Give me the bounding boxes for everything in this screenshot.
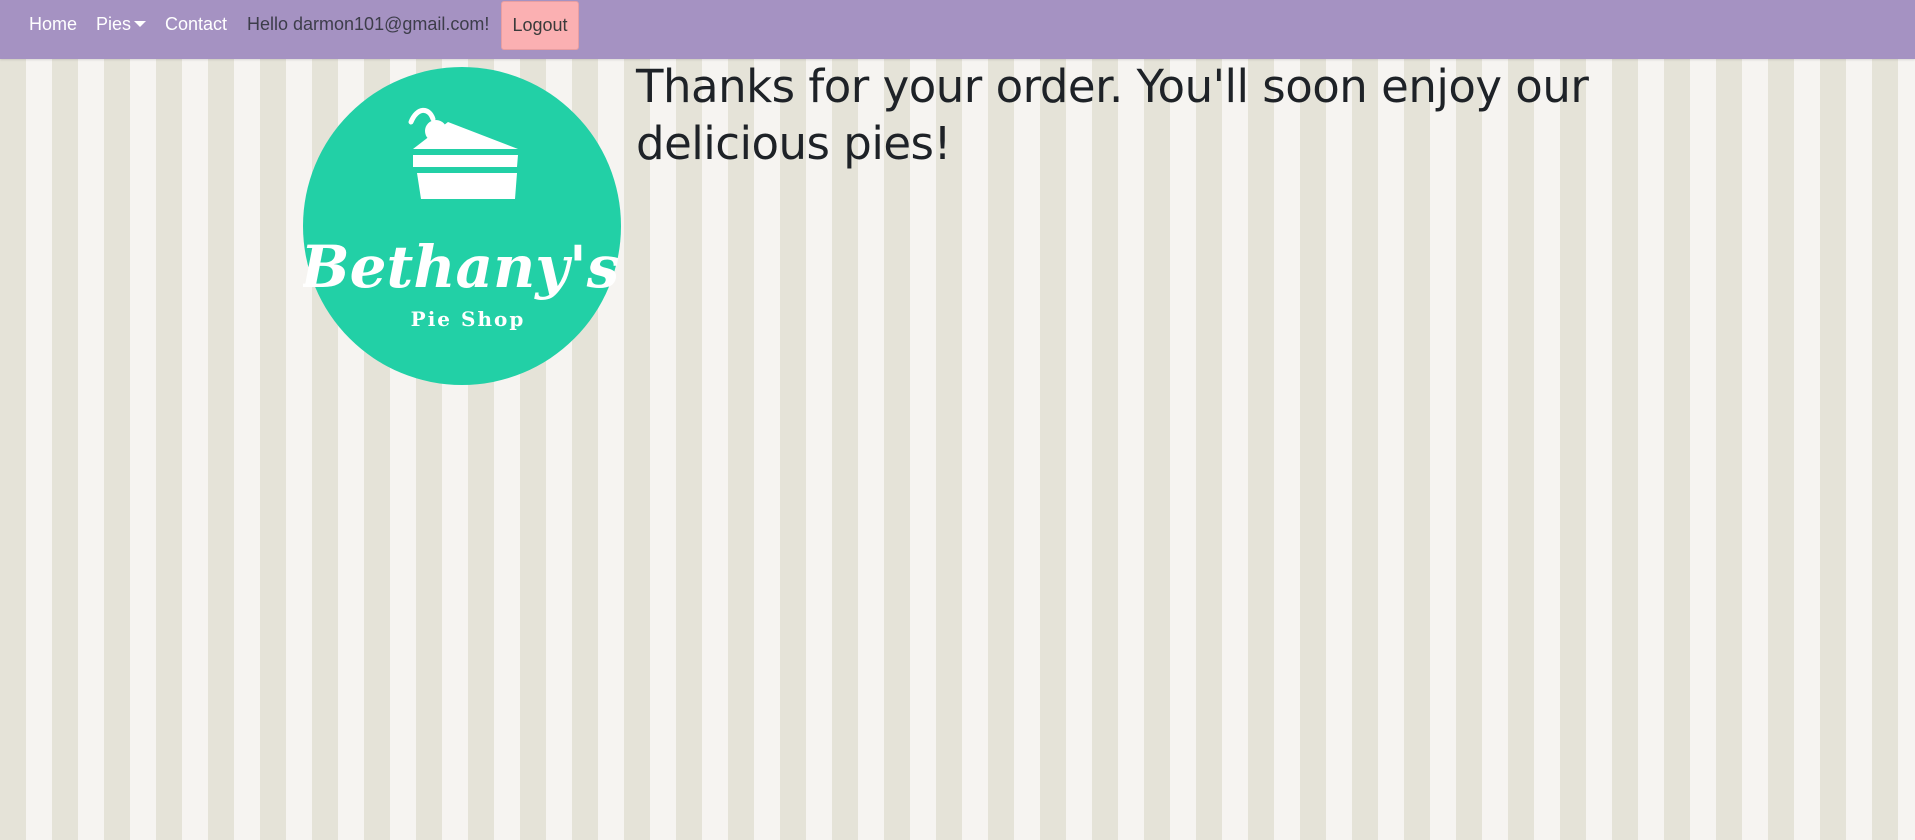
nav-pies-dropdown[interactable]: Pies: [96, 14, 147, 35]
logout-button[interactable]: Logout: [501, 1, 579, 50]
nav-home-link[interactable]: Home: [29, 14, 77, 35]
nav-pies-label: Pies: [96, 14, 132, 34]
order-thanks-message: Thanks for your order. You'll soon enjoy…: [636, 60, 1589, 170]
bethanys-pie-shop-logo[interactable]: Bethany's Pie Shop: [303, 67, 621, 385]
logo-brand-text: Bethany's: [303, 233, 619, 301]
logo-circle: [303, 67, 621, 385]
caret-down-icon: [134, 21, 147, 27]
top-navbar: Home Pies Contact Hello darmon101@gmail.…: [0, 0, 1915, 59]
logo-sub-text: Pie Shop: [411, 307, 526, 331]
user-greeting: Hello darmon101@gmail.com!: [247, 14, 490, 34]
nav-contact-link[interactable]: Contact: [165, 14, 227, 35]
